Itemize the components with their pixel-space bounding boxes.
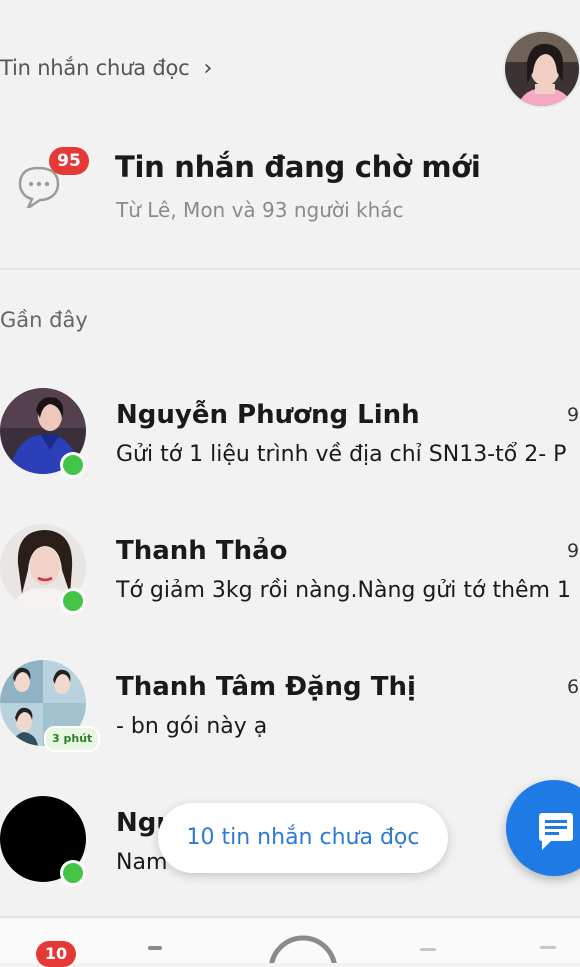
- conversation-row[interactable]: Thanh Thảo Tớ giảm 3kg rồi nàng.Nàng gửi…: [0, 524, 580, 660]
- pending-count-badge: 95: [49, 147, 89, 175]
- message-icon: [539, 813, 573, 850]
- discover-icon: [540, 946, 556, 949]
- online-status-indicator: [60, 452, 86, 478]
- compose-button[interactable]: [506, 780, 580, 876]
- conversation-row[interactable]: 3 phút Thanh Tâm Đặng Thị - bn gói này ạ…: [0, 660, 580, 796]
- chevron-right-icon: ›: [203, 56, 213, 81]
- profile-avatar[interactable]: [503, 30, 580, 108]
- contact-name: Nguyễn Phương Linh: [116, 400, 420, 430]
- message-preview: Gửi tớ 1 liệu trình về địa chỉ SN13-tổ 2…: [116, 442, 567, 467]
- online-status-indicator: [60, 588, 86, 614]
- camera-icon: [268, 935, 338, 967]
- online-status-indicator: [60, 860, 86, 886]
- contact-name: Thanh Tâm Đặng Thị: [116, 672, 416, 702]
- conversation-row[interactable]: Nguyễn Phương Linh Gửi tớ 1 liệu trình v…: [0, 388, 580, 524]
- message-time: 9: [567, 540, 580, 562]
- message-time: 6: [567, 676, 580, 698]
- people-icon: [148, 946, 162, 950]
- unread-messages-label: Tin nhắn chưa đọc: [0, 56, 190, 80]
- contact-name: Thanh Thảo: [116, 536, 288, 566]
- unread-messages-pill[interactable]: 10 tin nhắn chưa đọc: [158, 803, 448, 873]
- message-preview: - bn gói này ạ: [116, 714, 268, 739]
- message-preview: Tớ giảm 3kg rồi nàng.Nàng gửi tớ thêm 1: [116, 578, 571, 603]
- recent-heading: Gần đây: [0, 308, 88, 332]
- profile-photo: [505, 32, 579, 106]
- games-icon: [420, 948, 436, 951]
- active-time-badge: 3 phút: [44, 726, 101, 752]
- nav-notification-badge: 10: [36, 941, 76, 967]
- bottom-navigation: [0, 916, 580, 967]
- bottom-nav-icons: [148, 935, 556, 967]
- unread-messages-link[interactable]: Tin nhắn chưa đọc ›: [0, 56, 212, 81]
- pending-requests-title[interactable]: Tin nhắn đang chờ mới: [115, 150, 481, 184]
- section-divider: [0, 268, 580, 270]
- pending-requests-subtitle: Từ Lê, Mon và 93 người khác: [116, 198, 404, 222]
- message-time: 9: [567, 404, 580, 426]
